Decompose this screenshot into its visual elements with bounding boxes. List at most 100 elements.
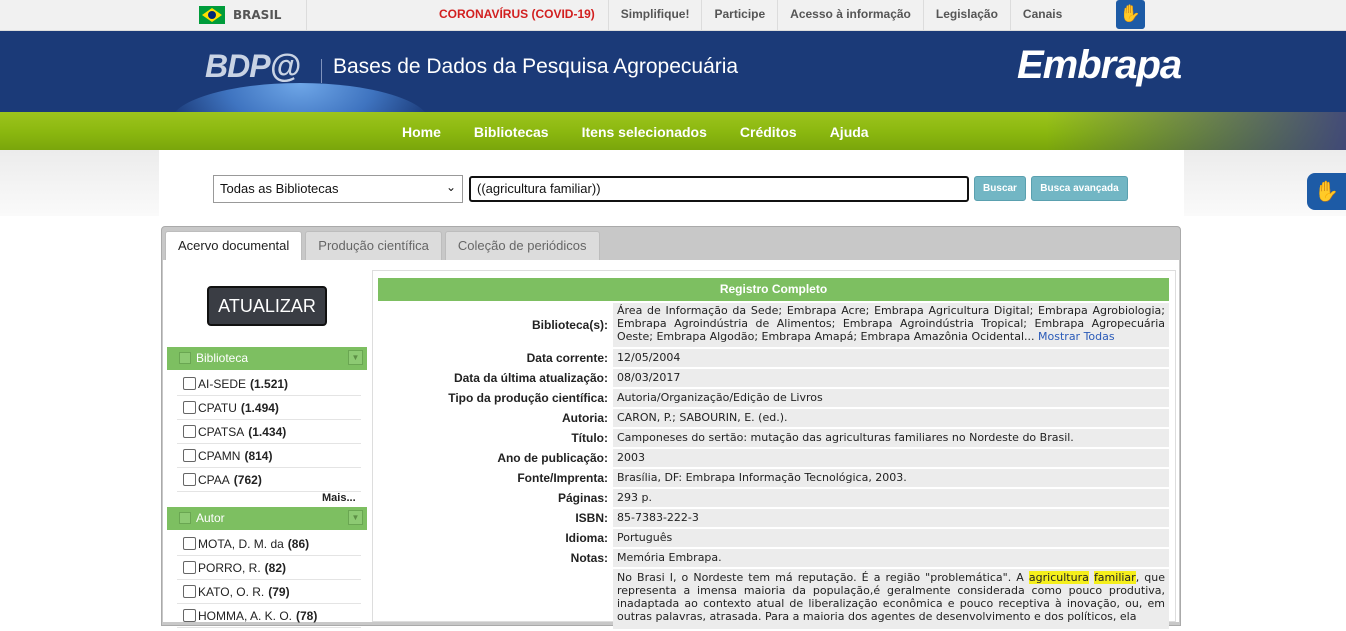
table-row: Idioma: Português bbox=[378, 529, 1169, 549]
list-item[interactable]: PORRO, R. (82) bbox=[177, 556, 361, 580]
advanced-search-button[interactable]: Busca avançada bbox=[1031, 176, 1128, 201]
field-value: 85-7383-222-3 bbox=[613, 509, 1169, 527]
chevron-down-icon: ⌄ bbox=[445, 180, 456, 194]
show-all-link[interactable]: Mostrar Todas bbox=[1038, 330, 1115, 343]
abstract-part: No Brasi I, o Nordeste tem má reputação.… bbox=[617, 571, 1029, 584]
nav-ajuda[interactable]: Ajuda bbox=[819, 112, 880, 150]
field-value: Memória Embrapa. bbox=[613, 549, 1169, 567]
nav-home[interactable]: Home bbox=[391, 112, 452, 150]
gov-link-acesso[interactable]: Acesso à informação bbox=[778, 0, 924, 31]
search-button[interactable]: Buscar bbox=[974, 176, 1026, 201]
update-button[interactable]: ATUALIZAR bbox=[207, 286, 327, 326]
checkbox[interactable] bbox=[183, 561, 196, 574]
record-title: Registro Completo bbox=[378, 278, 1169, 301]
facet-header-autor[interactable]: Autor ▼ bbox=[167, 507, 367, 530]
table-row: Autoria: CARON, P.; SABOURIN, E. (ed.). bbox=[378, 409, 1169, 429]
facet-count: (814) bbox=[244, 448, 273, 463]
nav-itens-selecionados[interactable]: Itens selecionados bbox=[571, 112, 718, 150]
checkbox[interactable] bbox=[183, 449, 196, 462]
search-input[interactable]: ((agricultura familiar)) bbox=[469, 176, 969, 202]
gov-bar: BRASIL CORONAVÍRUS (COVID-19) Simplifiqu… bbox=[0, 0, 1346, 31]
brasil-link[interactable]: BRASIL bbox=[199, 6, 281, 24]
field-value: 293 p. bbox=[613, 489, 1169, 507]
field-value: Área de Informação da Sede; Embrapa Acre… bbox=[613, 303, 1169, 347]
checkbox[interactable] bbox=[183, 377, 196, 390]
facet-count: (86) bbox=[287, 536, 310, 551]
nav-creditos[interactable]: Créditos bbox=[729, 112, 808, 150]
facet-list-autor: MOTA, D. M. da (86) PORRO, R. (82) KATO, O… bbox=[177, 532, 361, 628]
gov-link-legislacao[interactable]: Legislação bbox=[924, 0, 1011, 31]
facet-count: (79) bbox=[268, 584, 290, 599]
chevron-down-icon[interactable]: ▼ bbox=[348, 350, 363, 365]
facet-label: CPAA bbox=[198, 472, 230, 487]
list-item[interactable]: CPATU (1.494) bbox=[177, 396, 361, 420]
field-label: Data da última atualização: bbox=[453, 371, 608, 385]
facet-list-biblioteca: AI-SEDE (1.521) CPATU (1.494) CPATSA (1.434… bbox=[177, 372, 361, 492]
field-value: CARON, P.; SABOURIN, E. (ed.). bbox=[613, 409, 1169, 427]
gov-link-canais[interactable]: Canais bbox=[1011, 0, 1074, 31]
facet-label: KATO, O. R. bbox=[198, 584, 265, 599]
field-value: 12/05/2004 bbox=[613, 349, 1169, 367]
facet-header-biblioteca[interactable]: Biblioteca ▼ bbox=[167, 347, 367, 370]
list-item[interactable]: MOTA, D. M. da (86) bbox=[177, 532, 361, 556]
tab-periodicos[interactable]: Coleção de periódicos bbox=[444, 231, 600, 261]
record-rows: Biblioteca(s): Área de Informação da Sed… bbox=[378, 303, 1169, 631]
checkbox[interactable] bbox=[183, 401, 196, 414]
site-title: Bases de Dados da Pesquisa Agropecuária bbox=[333, 55, 739, 78]
table-row: Data da última atualização: 08/03/2017 bbox=[378, 369, 1169, 389]
field-label: Autoria: bbox=[562, 411, 608, 425]
field-label: Notas: bbox=[570, 551, 608, 565]
library-select-value: Todas as Bibliotecas bbox=[220, 181, 339, 196]
facet-label: AI-SEDE bbox=[198, 376, 247, 391]
brazil-flag-icon bbox=[199, 6, 225, 24]
table-row: Tipo da produção científica: Autoria/Orga… bbox=[378, 389, 1169, 409]
checkbox[interactable] bbox=[183, 537, 196, 550]
list-item[interactable]: AI-SEDE (1.521) bbox=[177, 372, 361, 396]
nav-bibliotecas[interactable]: Bibliotecas bbox=[463, 112, 560, 150]
field-label: Fonte/Imprenta: bbox=[517, 471, 608, 485]
facet-label: MOTA, D. M. da bbox=[198, 536, 284, 551]
checkbox[interactable] bbox=[183, 609, 196, 622]
checkbox[interactable] bbox=[183, 473, 196, 486]
list-item[interactable]: CPAA (762) bbox=[177, 468, 361, 492]
list-item[interactable]: CPAMN (814) bbox=[177, 444, 361, 468]
list-item[interactable]: CPATSA (1.434) bbox=[177, 420, 361, 444]
facet-checkbox[interactable] bbox=[179, 512, 191, 524]
facet-count: (78) bbox=[296, 608, 318, 623]
library-select[interactable]: Todas as Bibliotecas ⌄ bbox=[213, 175, 463, 203]
checkbox[interactable] bbox=[183, 585, 196, 598]
bdpa-logo[interactable]: BDP@ bbox=[205, 48, 301, 85]
gov-link-simplifique[interactable]: Simplifique! bbox=[609, 0, 703, 31]
gov-link-participe[interactable]: Participe bbox=[702, 0, 779, 31]
facet-label: HOMMA, A. K. O. bbox=[198, 608, 293, 623]
list-item[interactable]: HOMMA, A. K. O. (78) bbox=[177, 604, 361, 628]
list-item[interactable]: KATO, O. R. (79) bbox=[177, 580, 361, 604]
gov-link-covid[interactable]: CORONAVÍRUS (COVID-19) bbox=[426, 0, 609, 31]
facet-label: PORRO, R. bbox=[198, 560, 261, 575]
accessibility-icon[interactable]: ✋ bbox=[1116, 0, 1145, 29]
chevron-down-icon[interactable]: ▼ bbox=[348, 510, 363, 525]
table-row: Páginas: 293 p. bbox=[378, 489, 1169, 509]
checkbox[interactable] bbox=[183, 425, 196, 438]
table-row: Ano de publicação: 2003 bbox=[378, 449, 1169, 469]
facet-checkbox[interactable] bbox=[179, 352, 191, 364]
abstract-text: No Brasi I, o Nordeste tem má reputação.… bbox=[613, 569, 1169, 629]
embrapa-logo[interactable]: Embrapa bbox=[1017, 43, 1182, 88]
tab-acervo[interactable]: Acervo documental bbox=[165, 231, 303, 262]
field-label: Tipo da produção científica: bbox=[448, 391, 608, 405]
facet-label: CPATSA bbox=[198, 424, 245, 439]
more-link[interactable]: Mais... bbox=[322, 492, 356, 504]
tab-bar: Acervo documental Produção científica Co… bbox=[165, 231, 603, 262]
facet-count: (82) bbox=[264, 560, 287, 575]
site-header: BDP@ Bases de Dados da Pesquisa Agropecu… bbox=[0, 31, 1346, 112]
sign-language-icon[interactable]: ✋ bbox=[1307, 173, 1346, 210]
country-label: BRASIL bbox=[233, 8, 282, 22]
field-value: 08/03/2017 bbox=[613, 369, 1169, 387]
table-row: ISBN: 85-7383-222-3 bbox=[378, 509, 1169, 529]
facet-title: Autor bbox=[196, 511, 225, 525]
tab-producao[interactable]: Produção científica bbox=[305, 231, 442, 261]
field-value: 2003 bbox=[613, 449, 1169, 467]
highlighted-term: agricultura bbox=[1028, 571, 1089, 584]
table-row: Data corrente: 12/05/2004 bbox=[378, 349, 1169, 369]
field-value: Autoria/Organização/Edição de Livros bbox=[613, 389, 1169, 407]
